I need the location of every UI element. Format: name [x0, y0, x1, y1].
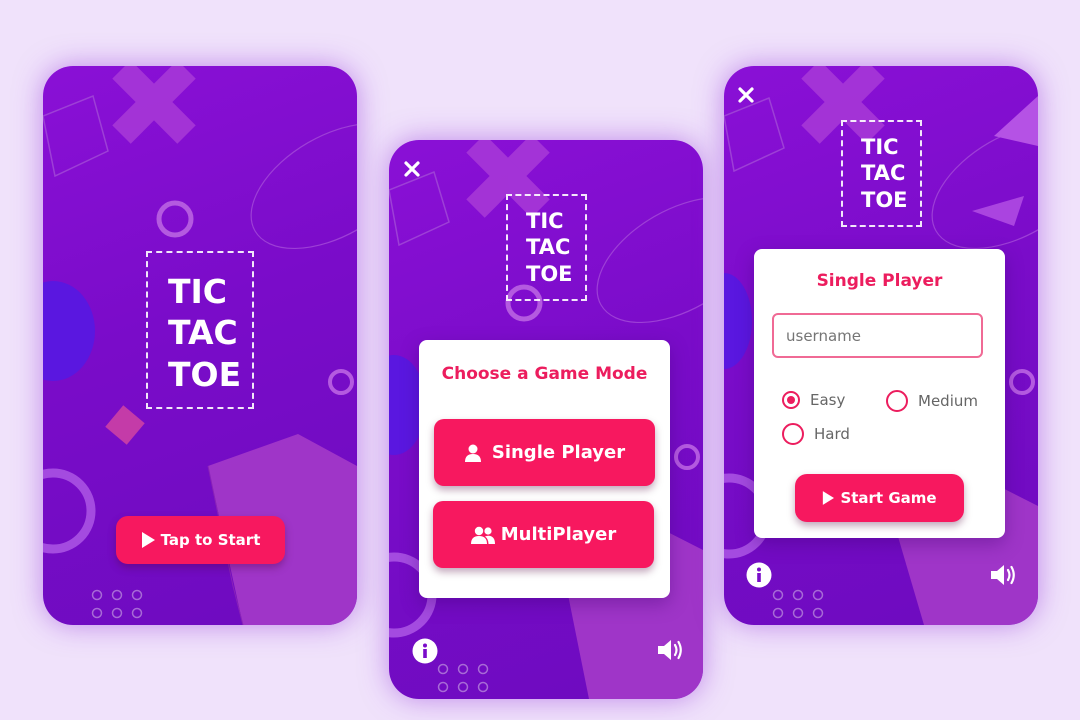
cube-small — [105, 405, 145, 445]
multiplayer-button[interactable]: MultiPlayer — [433, 501, 654, 568]
x-shape — [112, 66, 196, 144]
radio-label: Easy — [810, 391, 846, 409]
logo-line: TIC — [861, 135, 899, 159]
small-circle — [156, 200, 194, 238]
single-player-button[interactable]: Single Player — [434, 419, 655, 486]
triangle-shape — [972, 196, 1024, 226]
button-label: Single Player — [491, 442, 626, 463]
splash-screen: TIC TAC TOE Tap to Start — [43, 66, 357, 625]
radio-label: Hard — [814, 425, 850, 443]
logo-line: TAC — [861, 161, 906, 186]
square-outline — [43, 94, 109, 178]
small-circle — [674, 444, 700, 470]
small-circle — [1009, 369, 1035, 395]
blob-shape — [43, 281, 95, 381]
game-logo: TIC TAC TOE — [841, 120, 922, 227]
info-icon[interactable] — [412, 638, 438, 664]
start-game-button[interactable]: Start Game — [795, 474, 964, 522]
play-icon — [823, 491, 835, 505]
difficulty-medium[interactable]: Medium — [886, 390, 978, 412]
user-icon — [464, 444, 481, 462]
speaker-icon[interactable] — [989, 562, 1019, 588]
ring-outline — [250, 122, 357, 250]
play-icon — [141, 532, 155, 548]
logo-line: TIC — [168, 272, 228, 311]
game-mode-screen: TIC TAC TOE Choose a Game Mode Single Pl… — [389, 140, 703, 699]
logo-line: TAC — [526, 235, 571, 260]
button-label: Tap to Start — [160, 531, 261, 549]
logo-line: TOE — [168, 354, 242, 394]
single-player-card: Single Player Easy Medium Hard Start Gam… — [754, 249, 1005, 538]
button-label: MultiPlayer — [500, 524, 617, 545]
close-icon[interactable] — [737, 86, 755, 104]
logo-line: TAC — [168, 313, 238, 353]
close-icon[interactable] — [403, 160, 421, 178]
single-player-screen: TIC TAC TOE Single Player Easy Medium Ha… — [724, 66, 1038, 625]
big-ring — [43, 468, 96, 554]
logo-line: TOE — [861, 187, 908, 212]
game-logo: TIC TAC TOE — [506, 194, 587, 301]
dots — [91, 589, 143, 619]
radio-selected — [782, 391, 800, 409]
tap-to-start-button[interactable]: Tap to Start — [116, 516, 285, 564]
button-label: Start Game — [840, 489, 937, 507]
difficulty-hard[interactable]: Hard — [782, 423, 850, 445]
square-outline — [389, 170, 450, 247]
dots — [437, 663, 489, 693]
username-input[interactable] — [772, 313, 983, 358]
game-mode-card: Choose a Game Mode Single Player MultiPl… — [419, 340, 670, 598]
blob-shape — [724, 273, 752, 369]
game-logo: TIC TAC TOE — [146, 251, 254, 409]
speaker-icon[interactable] — [656, 637, 686, 663]
users-icon — [470, 526, 495, 544]
square-outline — [724, 96, 785, 173]
card-title: Choose a Game Mode — [441, 364, 648, 384]
info-icon[interactable] — [746, 562, 772, 588]
small-circle — [328, 369, 354, 395]
logo-line: TOE — [526, 261, 573, 286]
triangle-shape — [994, 96, 1038, 146]
card-title: Single Player — [816, 271, 943, 291]
difficulty-easy[interactable]: Easy — [782, 391, 845, 409]
radio-label: Medium — [918, 392, 978, 410]
dots — [772, 589, 824, 619]
ring-outline — [596, 196, 703, 324]
radio-unselected — [886, 390, 908, 412]
radio-unselected — [782, 423, 804, 445]
logo-line: TIC — [526, 209, 564, 233]
